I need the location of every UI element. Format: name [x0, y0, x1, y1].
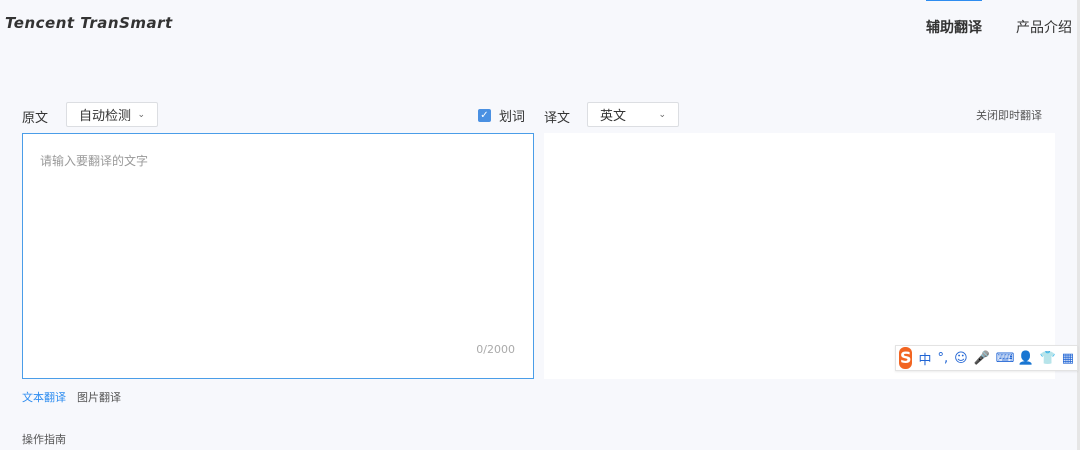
chinese-mode-icon[interactable]: 中: [918, 349, 931, 368]
keyboard-icon[interactable]: ⌨: [996, 351, 1015, 366]
mode-tabs: 文本翻译 图片翻译: [22, 389, 121, 405]
tab-image-translation[interactable]: 图片翻译: [77, 389, 121, 405]
source-language-select[interactable]: 自动检测 ⌄: [66, 102, 158, 127]
user-guide-link[interactable]: 操作指南: [22, 431, 66, 447]
toolbox-grid-icon[interactable]: ▦: [1062, 351, 1074, 366]
close-instant-translation-link[interactable]: 关闭即时翻译: [976, 107, 1042, 123]
char-counter: 0/2000: [476, 343, 515, 356]
source-text-input[interactable]: [23, 134, 533, 378]
checkbox-checked-icon[interactable]: ✓: [478, 109, 491, 122]
logo[interactable]: Tencent TranSmart: [5, 14, 173, 32]
chevron-down-icon: ⌄: [137, 109, 145, 120]
top-nav: 辅助翻译 产品介绍: [926, 0, 1072, 37]
nav-assisted-translation[interactable]: 辅助翻译: [926, 0, 982, 37]
ime-toolbar: S 中 °, ☺ 🎤 ⌨ 👤 👕 ▦: [895, 345, 1078, 371]
user-icon[interactable]: 👤: [1018, 351, 1034, 366]
microphone-icon[interactable]: 🎤: [974, 351, 990, 366]
chevron-down-icon: ⌄: [658, 109, 666, 120]
target-language-select[interactable]: 英文 ⌄: [587, 102, 679, 127]
source-text-panel: 0/2000: [22, 133, 534, 379]
source-language-value: 自动检测: [79, 109, 132, 124]
tab-text-translation[interactable]: 文本翻译: [22, 389, 66, 405]
sogou-logo-icon[interactable]: S: [899, 347, 913, 369]
source-label: 原文: [22, 111, 49, 126]
word-select-label: 划词: [499, 110, 526, 125]
skin-shirt-icon[interactable]: 👕: [1040, 351, 1056, 366]
punctuation-icon[interactable]: °,: [938, 351, 949, 366]
target-label: 译文: [544, 111, 571, 126]
emoji-icon[interactable]: ☺: [954, 351, 968, 366]
word-select-toggle[interactable]: ✓ 划词: [478, 106, 525, 125]
target-language-value: 英文: [600, 109, 627, 124]
translation-output-panel: [544, 133, 1055, 379]
nav-product-intro[interactable]: 产品介绍: [1016, 17, 1072, 37]
